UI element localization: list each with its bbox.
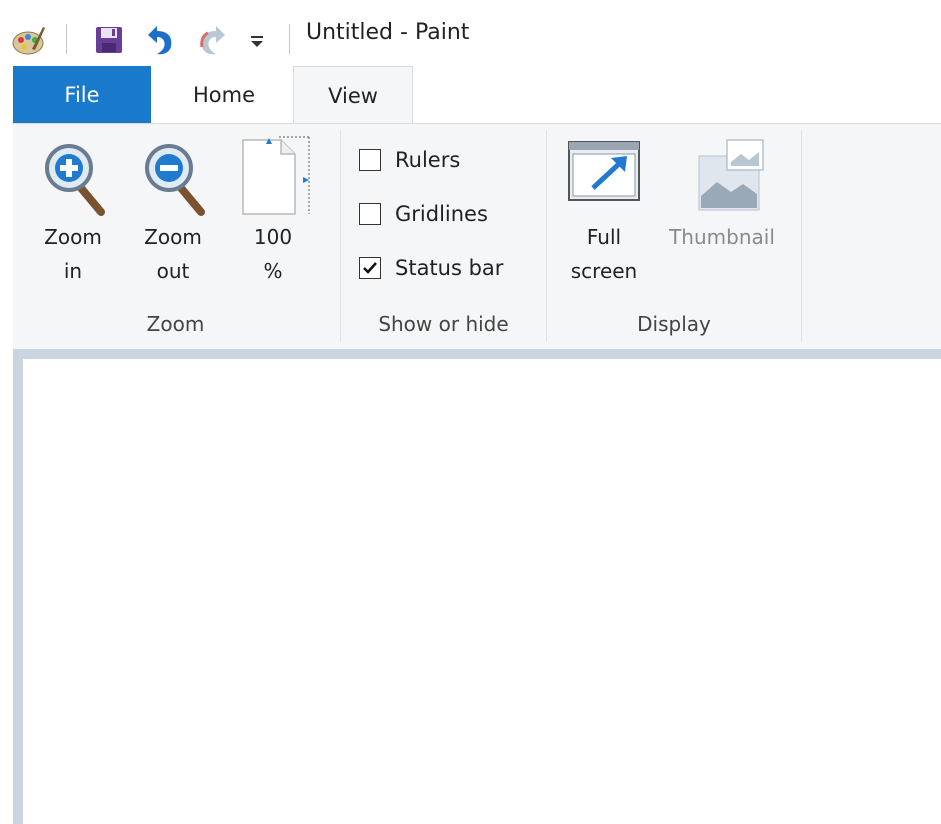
quick-access-separator [66, 24, 67, 54]
full-screen-label-1: Full [586, 225, 622, 249]
paint-app-icon[interactable] [10, 22, 46, 58]
title-bar: Untitled - Paint [0, 0, 941, 68]
thumbnail-button[interactable]: Thumbnail [659, 136, 785, 254]
zoom-group-label: Zoom [146, 312, 205, 336]
customize-dropdown-icon[interactable] [248, 22, 266, 58]
zoom-out-label-2: out [156, 259, 190, 283]
drawing-canvas[interactable] [23, 359, 941, 824]
status-bar-checkbox[interactable]: Status bar [359, 256, 503, 280]
show-hide-group-label: Show or hide [378, 312, 509, 336]
zoom-in-icon [35, 136, 111, 220]
full-screen-label-2: screen [570, 259, 638, 283]
tab-file[interactable]: File [13, 66, 151, 124]
redo-icon[interactable] [196, 22, 230, 58]
page-100-icon [235, 136, 311, 220]
thumbnail-label: Thumbnail [669, 225, 775, 249]
zoom-100-button[interactable]: 100 % [235, 136, 311, 288]
ribbon-panel: Zoom in Zoom out 100 % Zoom Rulers Gridl… [13, 123, 941, 349]
status-bar-label: Status bar [395, 256, 504, 280]
window-title: Untitled - Paint [306, 20, 470, 45]
rulers-label: Rulers [395, 148, 461, 172]
zoom-100-label-2: % [263, 259, 283, 283]
status-bar-checkbox-box[interactable] [359, 257, 381, 279]
full-screen-icon [559, 136, 649, 220]
zoom-in-button[interactable]: Zoom in [35, 136, 111, 288]
zoom-out-icon [135, 136, 211, 220]
group-separator [546, 130, 547, 342]
zoom-in-label-2: in [63, 259, 83, 283]
zoom-out-label-1: Zoom [144, 225, 202, 249]
save-icon[interactable] [94, 22, 124, 58]
title-separator [289, 24, 290, 54]
zoom-100-label-1: 100 [253, 225, 293, 249]
gridlines-checkbox[interactable]: Gridlines [359, 202, 488, 226]
group-separator [340, 130, 341, 342]
workspace-border-left [13, 349, 23, 824]
display-group-label: Display [637, 312, 711, 336]
thumbnail-icon [659, 136, 785, 220]
ribbon-tabs: File Home View [0, 66, 941, 124]
undo-icon[interactable] [143, 22, 177, 58]
gridlines-checkbox-box[interactable] [359, 203, 381, 225]
checkmark-icon [363, 262, 377, 274]
zoom-in-label-1: Zoom [44, 225, 102, 249]
rulers-checkbox[interactable]: Rulers [359, 148, 460, 172]
rulers-checkbox-box[interactable] [359, 149, 381, 171]
workspace-border-top [13, 349, 941, 359]
zoom-out-button[interactable]: Zoom out [135, 136, 211, 288]
group-separator [801, 130, 802, 342]
gridlines-label: Gridlines [395, 202, 488, 226]
tab-home[interactable]: Home [160, 66, 288, 124]
full-screen-button[interactable]: Full screen [559, 136, 649, 288]
tab-view[interactable]: View [293, 66, 413, 124]
